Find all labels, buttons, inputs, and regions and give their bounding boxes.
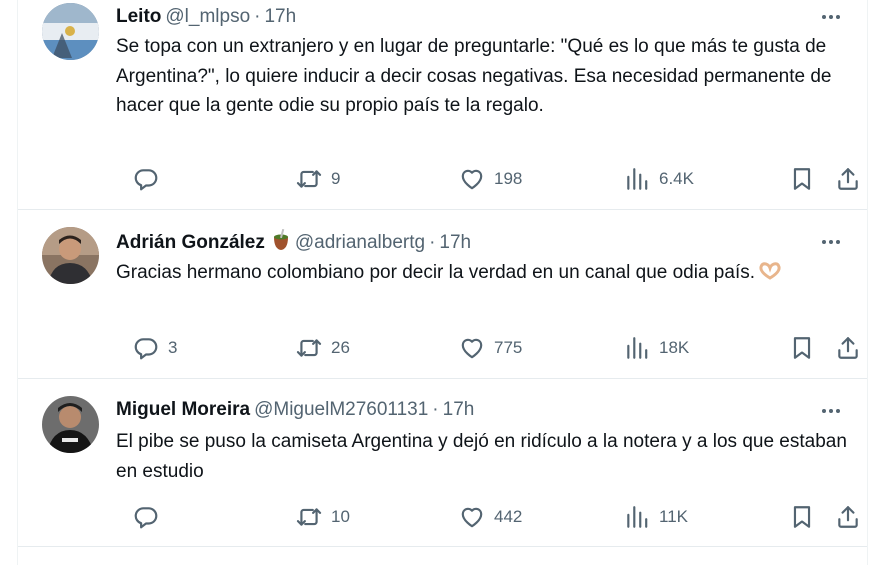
reply-button[interactable] <box>133 165 168 193</box>
retweet-count: 9 <box>331 169 341 188</box>
heart-icon <box>459 504 485 530</box>
separator-dot: · <box>432 399 439 420</box>
views-button[interactable]: 11K <box>624 503 688 531</box>
timestamp[interactable]: 17h <box>264 6 296 27</box>
like-count: 775 <box>494 338 523 357</box>
retweet-icon <box>296 335 322 361</box>
retweet-icon <box>296 504 322 530</box>
mate-emoji-icon <box>271 228 291 259</box>
retweet-icon <box>296 166 322 192</box>
retweet-button[interactable]: 26 <box>296 334 350 362</box>
tweet-text: El pibe se puso la camiseta Argentina y … <box>116 431 847 482</box>
retweet-count: 10 <box>331 507 350 526</box>
views-button[interactable]: 18K <box>624 334 689 362</box>
like-count: 442 <box>494 507 523 526</box>
view-count: 18K <box>659 338 690 357</box>
avatar[interactable] <box>42 396 99 453</box>
bookmark-icon <box>789 335 815 361</box>
tweet-text: Gracias hermano colombiano por decir la … <box>116 258 851 290</box>
views-icon <box>624 166 650 192</box>
share-icon <box>835 335 861 361</box>
like-button[interactable]: 775 <box>459 334 522 362</box>
author-name[interactable]: Adrián González <box>116 232 265 253</box>
like-button[interactable]: 198 <box>459 165 522 193</box>
bookmark-button[interactable] <box>789 165 815 193</box>
action-bar: 9 198 6.4K <box>116 165 869 193</box>
retweet-button[interactable]: 10 <box>296 503 350 531</box>
share-button[interactable] <box>835 165 861 193</box>
reply-button[interactable]: 3 <box>133 334 177 362</box>
reply-icon <box>133 166 159 192</box>
views-button[interactable]: 6.4K <box>624 165 694 193</box>
more-icon[interactable] <box>819 232 843 252</box>
share-button[interactable] <box>835 334 861 362</box>
reply-icon <box>133 504 159 530</box>
more-icon[interactable] <box>819 7 843 27</box>
view-count: 6.4K <box>659 169 694 188</box>
tweet-header: Adrián González @adrianalbertg · 17h <box>116 228 471 255</box>
heart-icon <box>459 166 485 192</box>
more-icon[interactable] <box>819 401 843 421</box>
tweet-header: Miguel Moreira @MiguelM27601131 · 17h <box>116 397 474 423</box>
retweet-button[interactable]: 9 <box>296 165 340 193</box>
bookmark-icon <box>789 166 815 192</box>
like-count: 198 <box>494 169 523 188</box>
timestamp[interactable]: 17h <box>443 399 475 420</box>
views-icon <box>624 335 650 361</box>
author-name[interactable]: Leito <box>116 6 161 27</box>
author-name[interactable]: Miguel Moreira <box>116 399 250 420</box>
timeline-feed: Leito @l_mlpso · 17h Se topa con un extranj… <box>17 0 868 565</box>
author-handle[interactable]: @l_mlpso <box>165 6 250 27</box>
avatar[interactable] <box>42 3 99 60</box>
reply-count: 3 <box>168 338 178 357</box>
share-button[interactable] <box>835 503 861 531</box>
timestamp[interactable]: 17h <box>439 232 471 253</box>
retweet-count: 26 <box>331 338 350 357</box>
bookmark-button[interactable] <box>789 334 815 362</box>
heart-icon <box>459 335 485 361</box>
reply-button[interactable] <box>133 503 168 531</box>
share-icon <box>835 166 861 192</box>
action-bar: 3 26 775 18K <box>116 334 869 362</box>
view-count: 11K <box>659 507 688 526</box>
bookmark-button[interactable] <box>789 503 815 531</box>
author-handle[interactable]: @adrianalbertg <box>295 232 425 253</box>
bookmark-icon <box>789 504 815 530</box>
separator-dot: · <box>429 232 436 253</box>
author-handle[interactable]: @MiguelM27601131 <box>254 399 428 420</box>
action-bar: 10 442 11K <box>116 503 869 531</box>
share-icon <box>835 504 861 530</box>
tweet-text-content: Gracias hermano colombiano por decir la … <box>116 262 755 283</box>
separator-dot: · <box>254 6 261 27</box>
tweet-text: Se topa con un extranjero y en lugar de … <box>116 36 832 116</box>
avatar[interactable] <box>42 227 99 284</box>
views-icon <box>624 504 650 530</box>
heart-hands-emoji-icon <box>758 260 782 290</box>
tweet-header: Leito @l_mlpso · 17h <box>116 4 296 30</box>
reply-icon <box>133 335 159 361</box>
like-button[interactable]: 442 <box>459 503 522 531</box>
